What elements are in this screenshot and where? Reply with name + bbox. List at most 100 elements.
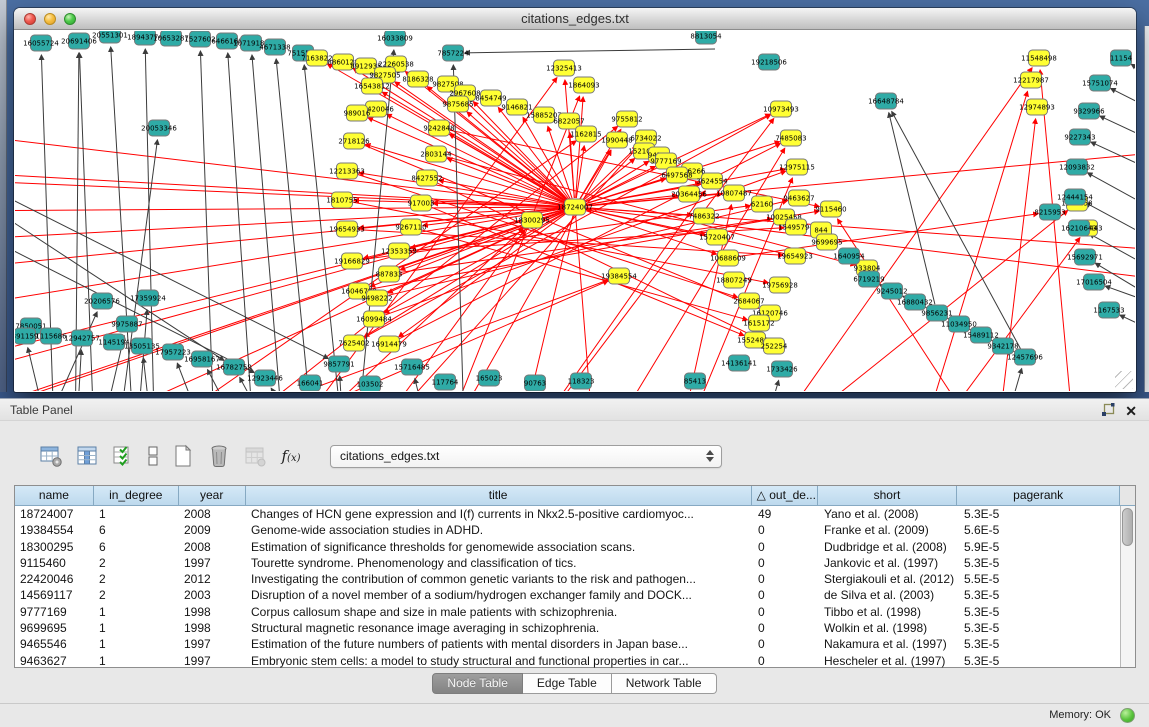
graph-node[interactable]: 16055724: [23, 35, 59, 51]
graph-node-selected[interactable]: 1864093: [568, 77, 599, 93]
graph-node-selected[interactable]: 9463627: [783, 190, 814, 206]
graph-node[interactable]: 19218506: [751, 54, 787, 70]
show-column-icon[interactable]: [74, 443, 100, 469]
table-row[interactable]: 1830029562008Estimation of significance …: [15, 539, 1135, 555]
selected-edge[interactable]: [576, 216, 595, 391]
graph-node-selected[interactable]: 917003: [408, 195, 435, 211]
graph-node-selected[interactable]: 252254: [761, 338, 788, 354]
graph-node-selected[interactable]: 9755812: [611, 111, 642, 127]
edge[interactable]: [889, 113, 935, 305]
graph-node-selected[interactable]: 19166829: [334, 253, 370, 269]
column-header-out-de-[interactable]: △ out_de...: [752, 486, 818, 506]
close-window-button[interactable]: [24, 13, 36, 25]
edge[interactable]: [1131, 64, 1135, 91]
graph-node-selected[interactable]: 18807249: [716, 272, 752, 288]
table-row[interactable]: 2242004622012Investigating the contribut…: [15, 571, 1135, 587]
table-scrollbar[interactable]: [1120, 506, 1135, 667]
table-row[interactable]: 969969511998Structural magnetic resonanc…: [15, 620, 1135, 636]
table-row[interactable]: 977716911998Corpus callosum shape and si…: [15, 604, 1135, 620]
table-row[interactable]: 1456911722003Disruption of a novel membe…: [15, 587, 1135, 603]
graph-node[interactable]: 165023: [476, 370, 503, 386]
graph-node[interactable]: 1733426: [766, 361, 798, 377]
delete-entries-icon[interactable]: [206, 443, 232, 469]
graph-node-selected[interactable]: 2718126: [338, 133, 370, 149]
selected-edge[interactable]: [576, 97, 583, 198]
graph-node[interactable]: 20551301: [92, 31, 128, 43]
edge[interactable]: [995, 369, 1022, 391]
edge[interactable]: [892, 112, 1021, 350]
float-panel-icon[interactable]: [1101, 403, 1115, 417]
column-header-pagerank[interactable]: pagerank: [957, 486, 1120, 506]
graph-node[interactable]: 117764: [432, 374, 459, 390]
graph-node-selected[interactable]: 19654933: [329, 221, 365, 237]
graph-node[interactable]: 11154: [1110, 50, 1133, 66]
graph-node-selected[interactable]: 12213363: [329, 163, 365, 179]
tab-edge-table[interactable]: Edge Table: [523, 673, 612, 694]
graph-node-selected[interactable]: 12217987: [1013, 72, 1049, 88]
network-canvas[interactable]: 1872400716055724206914062055130118943774…: [15, 31, 1135, 391]
graph-node-selected[interactable]: 12975115: [779, 159, 815, 175]
edge[interactable]: [755, 381, 779, 391]
create-table-icon[interactable]: [170, 443, 196, 469]
tab-node-table[interactable]: Node Table: [432, 673, 523, 694]
network-window-titlebar[interactable]: citations_edges.txt: [14, 8, 1136, 30]
graph-node[interactable]: 17016504: [1076, 274, 1112, 290]
table-options-icon[interactable]: [38, 443, 64, 469]
graph-node[interactable]: 16648784: [868, 93, 904, 109]
graph-node[interactable]: 9975887: [111, 316, 142, 332]
column-header-name[interactable]: name: [15, 486, 94, 506]
graph-node[interactable]: 8813054: [690, 31, 722, 44]
graph-node[interactable]: 103502: [357, 376, 384, 391]
graph-node[interactable]: 7857224: [437, 45, 469, 61]
table-row[interactable]: 1872400712008Changes of HCN gene express…: [15, 506, 1135, 522]
table-selector-dropdown[interactable]: citations_edges.txt: [330, 445, 722, 468]
zoom-window-button[interactable]: [64, 13, 76, 25]
graph-node[interactable]: 85413: [684, 373, 706, 389]
table-row[interactable]: 1938455462009Genome-wide association stu…: [15, 522, 1135, 538]
column-header-title[interactable]: title: [246, 486, 752, 506]
minimize-window-button[interactable]: [44, 13, 56, 25]
function-builder-icon[interactable]: f(x): [278, 443, 304, 469]
graph-node-selected[interactable]: 19756928: [762, 277, 798, 293]
graph-node-selected[interactable]: 887833: [376, 266, 403, 282]
graph-node[interactable]: 16033809: [377, 31, 413, 46]
edge[interactable]: [200, 51, 215, 391]
graph-node[interactable]: 14136141: [721, 355, 757, 371]
graph-node-selected[interactable]: 9115460: [815, 201, 846, 217]
edge[interactable]: [1111, 88, 1135, 121]
graph-node-selected[interactable]: 2803144: [420, 146, 452, 162]
edge[interactable]: [228, 53, 255, 391]
edge[interactable]: [1120, 315, 1135, 341]
edge[interactable]: [1100, 116, 1135, 151]
graph-node-selected[interactable]: 11548498: [1021, 50, 1057, 66]
edge[interactable]: [1091, 142, 1135, 181]
graph-node-selected[interactable]: 16914479: [371, 336, 407, 352]
import-table-icon[interactable]: [242, 443, 268, 469]
tab-network-table[interactable]: Network Table: [612, 673, 717, 694]
graph-node-selected[interactable]: 62160: [751, 196, 773, 212]
scrollbar-thumb[interactable]: [1122, 508, 1133, 546]
graph-node[interactable]: 118323: [568, 373, 595, 389]
network-graph[interactable]: 1872400716055724206914062055130118943774…: [15, 31, 1135, 391]
graph-node[interactable]: 15692971: [1067, 249, 1103, 265]
graph-node-selected[interactable]: 12325413: [546, 60, 582, 76]
table-row[interactable]: 911546021997Tourette syndrome. Phenomeno…: [15, 555, 1135, 571]
graph-node-selected[interactable]: 989016: [344, 105, 371, 121]
column-header-in-degree[interactable]: in_degree: [94, 486, 179, 506]
graph-node[interactable]: 90763: [524, 375, 546, 391]
row-height-icon[interactable]: [146, 443, 160, 469]
select-all-icon[interactable]: [110, 443, 136, 469]
window-resize-grip[interactable]: [1115, 371, 1133, 389]
graph-node-selected[interactable]: 1990448: [601, 132, 632, 148]
graph-node[interactable]: 15751074: [1082, 75, 1118, 91]
column-header-short[interactable]: short: [818, 486, 958, 506]
graph-node[interactable]: 166041: [297, 375, 324, 391]
graph-node[interactable]: 16782759: [216, 359, 252, 375]
column-header-year[interactable]: year: [179, 486, 246, 506]
selected-edge[interactable]: [15, 208, 566, 271]
table-row[interactable]: 946362711997Embryonic stem cells: a mode…: [15, 653, 1135, 669]
edge[interactable]: [465, 49, 715, 53]
table-row[interactable]: 946554611997Estimation of the future num…: [15, 636, 1135, 652]
edge[interactable]: [1088, 173, 1135, 221]
close-panel-icon[interactable]: ✕: [1125, 400, 1137, 422]
